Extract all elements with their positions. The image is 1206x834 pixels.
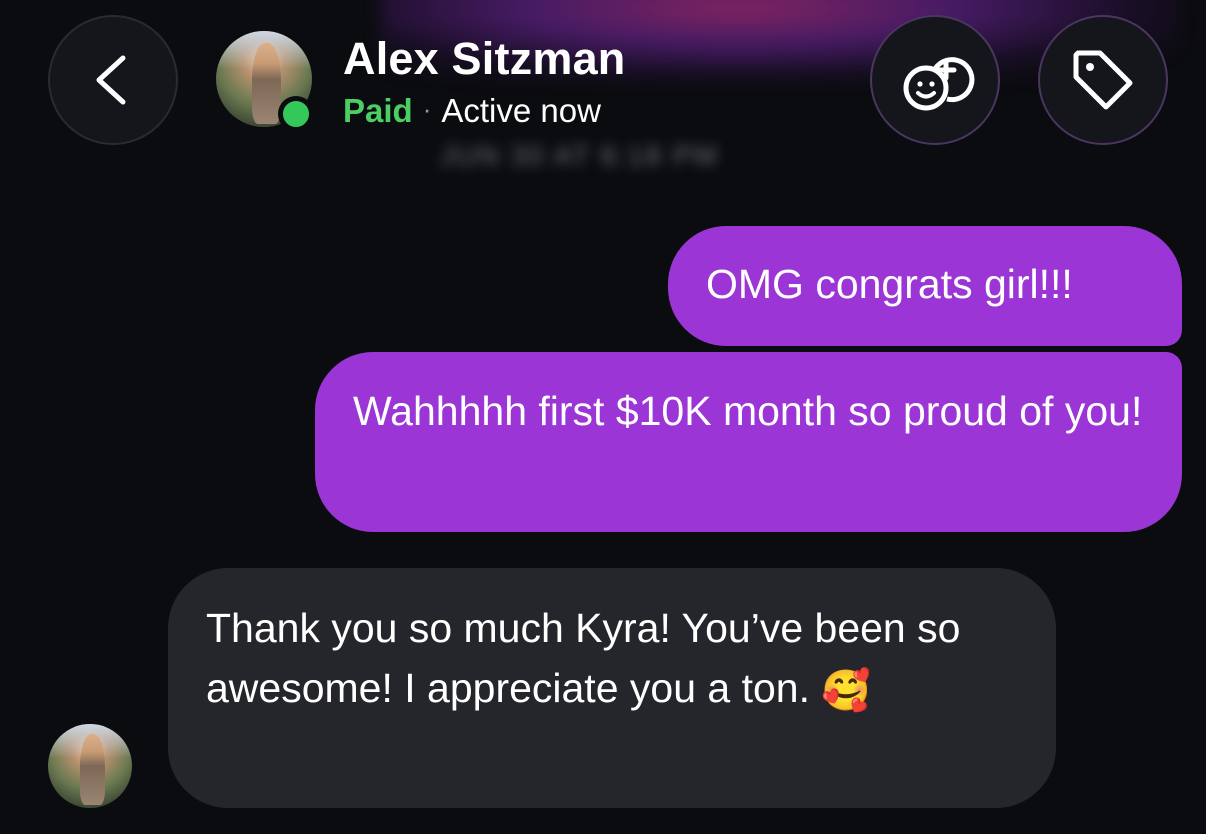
- sent-message-bubble[interactable]: OMG congrats girl!!!: [668, 226, 1182, 346]
- tag-icon: [1073, 50, 1133, 110]
- sent-message-bubble[interactable]: Wahhhhh first $10K month so proud of you…: [315, 352, 1182, 532]
- chevron-left-icon: [96, 55, 126, 105]
- status-separator: ·: [422, 94, 432, 124]
- received-message-bubble[interactable]: Thank you so much Kyra! You’ve been so a…: [168, 568, 1056, 808]
- back-button[interactable]: [48, 15, 178, 145]
- presence-status: Active now: [441, 92, 601, 129]
- paid-badge: Paid: [343, 92, 413, 129]
- contact-name[interactable]: Alex Sitzman: [343, 33, 626, 85]
- sender-avatar[interactable]: [48, 724, 132, 808]
- status-line: Paid · Active now: [343, 92, 601, 130]
- online-indicator: [278, 96, 314, 132]
- message-text: Wahhhhh first $10K month so proud of you…: [353, 388, 1143, 434]
- chat-screen: Alex Sitzman Paid · Active now JUN 30 AT 6…: [0, 0, 1206, 834]
- gift-emoji-add-icon: [903, 57, 975, 111]
- message-timestamp: JUN 30 AT 6:18 PM: [440, 140, 719, 171]
- message-text: OMG congrats girl!!!: [706, 261, 1073, 307]
- tag-button[interactable]: [1038, 15, 1168, 145]
- add-gift-button[interactable]: [870, 15, 1000, 145]
- smiling-hearts-emoji: 🥰: [821, 669, 872, 713]
